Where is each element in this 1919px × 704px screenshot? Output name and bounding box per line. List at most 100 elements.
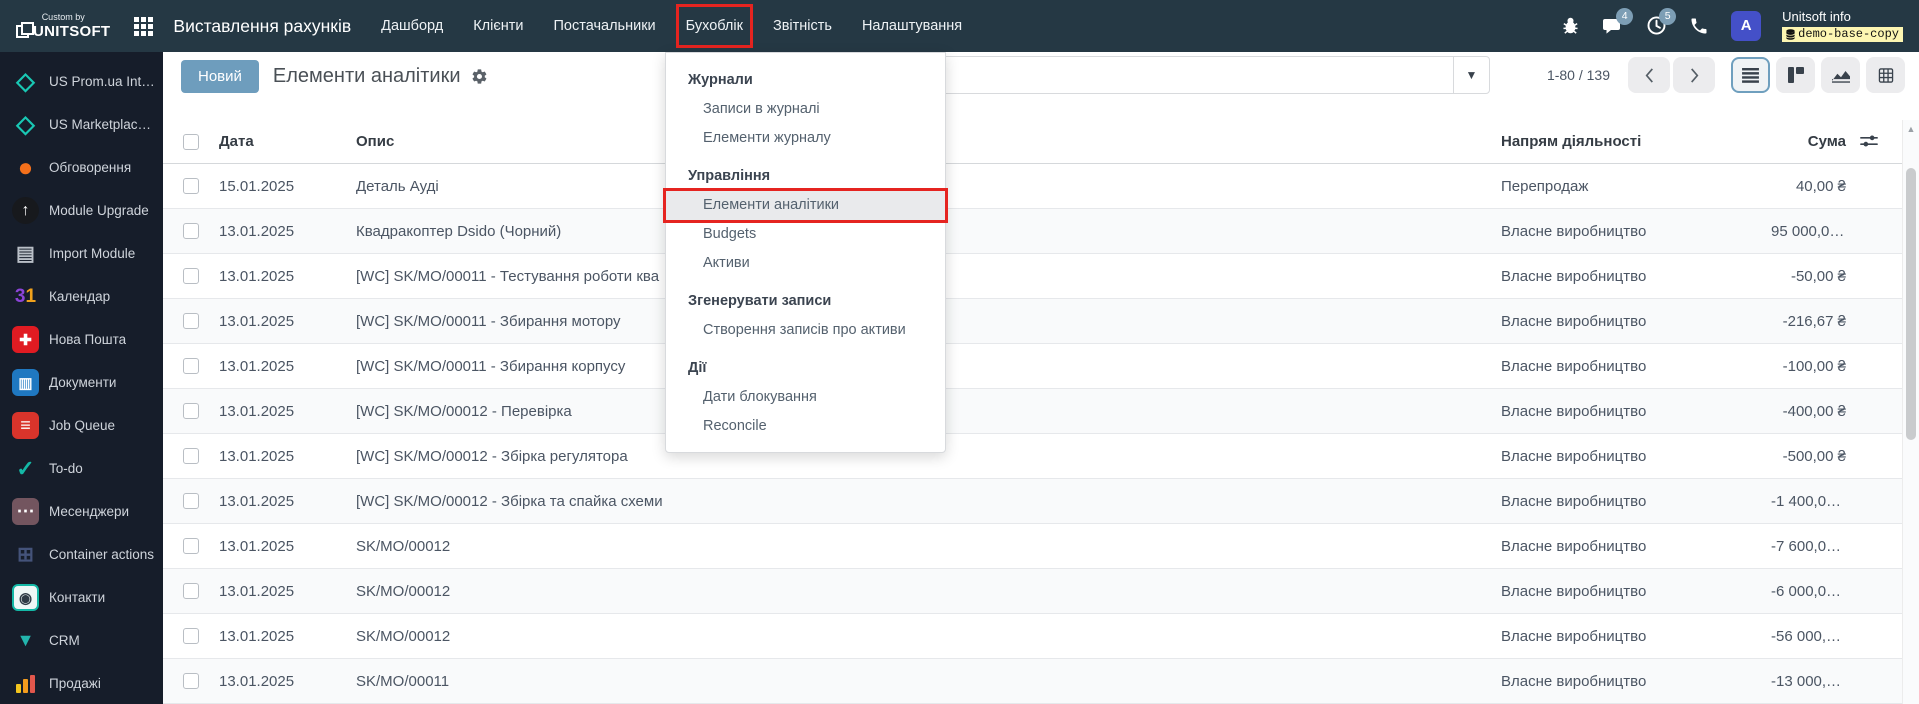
row-checkbox[interactable] — [183, 448, 199, 464]
topnav-item-reporting[interactable]: Звітність — [773, 14, 832, 38]
cell-date: 13.01.2025 — [219, 672, 295, 690]
view-pivot-button[interactable] — [1866, 57, 1905, 93]
sidebar-item-calendar[interactable]: 3 1 Календар — [0, 275, 163, 318]
row-checkbox[interactable] — [183, 403, 199, 419]
search-dropdown-caret-icon[interactable]: ▼ — [1453, 57, 1489, 93]
row-checkbox[interactable] — [183, 178, 199, 194]
puzzle-icon: ⊞ — [17, 544, 34, 566]
topnav-item-vendors[interactable]: Постачальники — [554, 14, 656, 38]
sidebar-item-label: Календар — [49, 289, 111, 304]
view-kanban-button[interactable] — [1776, 57, 1815, 93]
table-row[interactable]: 15.01.2025 Деталь Ауді Перепродаж 40,00 ₴ — [163, 164, 1902, 209]
row-checkbox[interactable] — [183, 628, 199, 644]
table-row[interactable]: 13.01.2025 SK/MO/00012 Власне виробництво -… — [163, 614, 1902, 659]
sidebar-item-nova-poshta[interactable]: ✚ Нова Пошта — [0, 318, 163, 361]
row-checkbox-cell — [163, 268, 219, 284]
cell-amount: -216,67 ₴ — [1782, 312, 1846, 330]
sidebar-item-import-module[interactable]: ▤ Import Module — [0, 232, 163, 275]
cell-amount: 40,00 ₴ — [1795, 177, 1846, 195]
row-checkbox-cell — [163, 448, 219, 464]
table-row[interactable]: 13.01.2025 [WC] SK/MO/00011 - Тестування … — [163, 254, 1902, 299]
row-checkbox[interactable] — [183, 538, 199, 554]
column-options-icon[interactable] — [1860, 133, 1878, 153]
unitsoft-logo[interactable]: Custom by UNITSOFT — [16, 13, 110, 39]
app-name[interactable]: Виставлення рахунків — [173, 16, 351, 37]
table-row[interactable]: 13.01.2025 [WC] SK/MO/00012 - Збірка та с… — [163, 479, 1902, 524]
gear-icon[interactable] — [471, 68, 488, 85]
topnav-item-settings[interactable]: Налаштування — [862, 14, 962, 38]
sidebar-item-container-actions[interactable]: ⊞ Container actions — [0, 533, 163, 576]
topnav-item-clients[interactable]: Клієнти — [473, 14, 523, 38]
sidebar-item-us-promua-integration[interactable]: ◇ US Prom.ua Inte... — [0, 60, 163, 103]
row-checkbox[interactable] — [183, 223, 199, 239]
table-header-row: Дата Опис Напрям діяльності Сума — [163, 120, 1902, 164]
database-name: demo-base-copy — [1798, 26, 1899, 41]
menu-item-journal-entries[interactable]: Записи в журналі — [666, 95, 945, 124]
cell-plan: Власне виробництво — [1501, 672, 1647, 690]
view-list-button[interactable] — [1731, 57, 1770, 93]
menu-item-assets[interactable]: Активи — [666, 249, 945, 278]
menu-item-journal-items[interactable]: Елементи журналу — [666, 124, 945, 153]
cell-amount: -500,00 ₴ — [1782, 447, 1846, 465]
sidebar-item-documents[interactable]: ▥ Документи — [0, 361, 163, 404]
sidebar-item-messengers[interactable]: ⋯ Месенджери — [0, 490, 163, 533]
table-row[interactable]: 13.01.2025 SK/MO/00012 Власне виробництво -… — [163, 524, 1902, 569]
pager-next-button[interactable] — [1673, 57, 1715, 93]
table-row[interactable]: 13.01.2025 [WC] SK/MO/00011 - Збирання мо… — [163, 299, 1902, 344]
topnav-item-accounting[interactable]: Бухоблік — [675, 4, 753, 48]
menu-item-create-asset-entries[interactable]: Створення записів про активи — [666, 316, 945, 345]
sidebar-item-label: US Prom.ua Inte... — [49, 74, 155, 89]
table-row[interactable]: 13.01.2025 SK/MO/00012 Власне виробництво -… — [163, 569, 1902, 614]
sidebar-item-contacts[interactable]: ◉ Контакти — [0, 576, 163, 619]
cell-date: 13.01.2025 — [219, 537, 295, 555]
app-window: Custom by UNITSOFT Виставлення рахунків … — [0, 0, 1919, 704]
pager-range[interactable]: 1-80 / 139 — [1547, 67, 1610, 83]
new-button[interactable]: Новий — [181, 59, 259, 93]
phone-icon[interactable] — [1688, 15, 1710, 37]
topnav-item-dashboard[interactable]: Дашборд — [381, 14, 443, 38]
table-row[interactable]: 13.01.2025 [WC] SK/MO/00012 - Збірка регу… — [163, 434, 1902, 479]
table-row[interactable]: 13.01.2025 [WC] SK/MO/00012 - Перевірка Вл… — [163, 389, 1902, 434]
menu-item-analytic-items[interactable]: Елементи аналітики — [663, 188, 948, 223]
messages-icon[interactable]: 4 — [1602, 7, 1634, 37]
scroll-up-arrow-icon[interactable]: ▲ — [1903, 124, 1919, 134]
column-header-plan[interactable]: Напрям діяльності — [1501, 133, 1771, 150]
row-checkbox-cell — [163, 223, 219, 239]
sidebar-item-sales[interactable]: Продажі — [0, 662, 163, 704]
row-checkbox-cell — [163, 538, 219, 554]
select-all-checkbox[interactable] — [183, 133, 199, 150]
table-row[interactable]: 13.01.2025 [WC] SK/MO/00011 - Збирання ко… — [163, 344, 1902, 389]
menu-item-lock-dates[interactable]: Дати блокування — [666, 383, 945, 412]
pager-prev-button[interactable] — [1628, 57, 1670, 93]
cell-amount: -7 600,00 ₴ — [1771, 537, 1847, 555]
sidebar-item-job-queue[interactable]: ≡ Job Queue — [0, 404, 163, 447]
cell-amount: -6 000,00 ₴ — [1771, 582, 1847, 600]
menu-item-reconcile[interactable]: Reconcile — [666, 412, 945, 441]
table-row[interactable]: 13.01.2025 SK/MO/00011 Власне виробництво -… — [163, 659, 1902, 704]
scrollbar-thumb[interactable] — [1906, 168, 1916, 440]
row-checkbox[interactable] — [183, 268, 199, 284]
bug-icon[interactable] — [1559, 15, 1581, 37]
cell-date: 13.01.2025 — [219, 582, 295, 600]
row-checkbox[interactable] — [183, 583, 199, 599]
sidebar-item-discuss[interactable]: ● Обговорення — [0, 146, 163, 189]
table-row[interactable]: 13.01.2025 Квадракоптер Dsido (Чорний) Вла… — [163, 209, 1902, 254]
row-checkbox[interactable] — [183, 673, 199, 689]
activities-clock-icon[interactable]: 5 — [1645, 7, 1677, 37]
cell-date: 13.01.2025 — [219, 447, 295, 465]
apps-grid-icon[interactable] — [134, 16, 154, 36]
row-checkbox[interactable] — [183, 358, 199, 374]
row-checkbox[interactable] — [183, 313, 199, 329]
sidebar-item-module-upgrade[interactable]: ↑ Module Upgrade — [0, 189, 163, 232]
user-avatar[interactable]: A — [1731, 10, 1762, 41]
column-header-amount[interactable]: Сума — [1771, 133, 1902, 150]
topbar: Custom by UNITSOFT Виставлення рахунків … — [0, 0, 1919, 52]
sidebar-item-crm[interactable]: ▼ CRM — [0, 619, 163, 662]
sidebar-item-todo[interactable]: ✓ To-do — [0, 447, 163, 490]
view-graph-button[interactable] — [1821, 57, 1860, 93]
row-checkbox[interactable] — [183, 493, 199, 509]
logo-custom-by: Custom by — [41, 12, 85, 22]
sidebar-item-us-marketplace[interactable]: ◇ US Marketplace... — [0, 103, 163, 146]
menu-item-budgets[interactable]: Budgets — [666, 220, 945, 249]
column-header-date[interactable]: Дата — [219, 133, 356, 150]
